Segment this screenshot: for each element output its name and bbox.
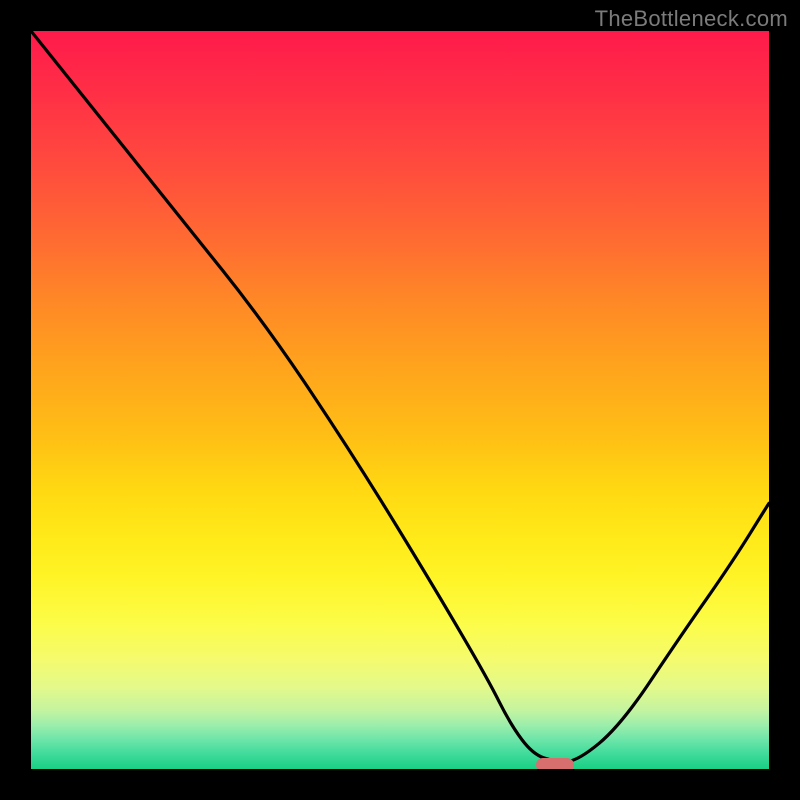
chart-curve-svg [31, 31, 769, 769]
chart-plot-area [31, 31, 769, 769]
chart-curve-path [31, 31, 769, 762]
chart-marker [536, 758, 574, 769]
watermark-text: TheBottleneck.com [595, 6, 788, 32]
